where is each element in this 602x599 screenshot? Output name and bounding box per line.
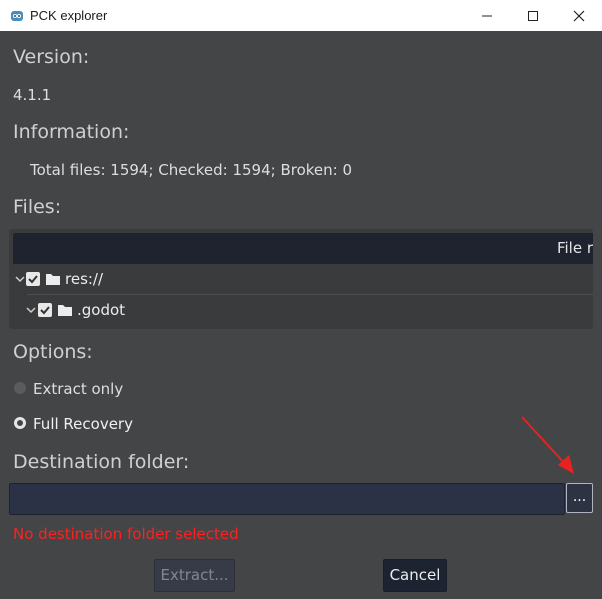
chevron-down-icon[interactable] [15, 274, 25, 284]
options-heading: Options: [13, 341, 93, 363]
folder-icon [46, 274, 60, 285]
destination-heading: Destination folder: [13, 451, 190, 473]
annotation-arrow-icon [521, 416, 574, 474]
window-title: PCK explorer [30, 8, 108, 23]
cancel-button[interactable]: Cancel [383, 559, 447, 592]
tree-checkbox-godot[interactable] [38, 303, 52, 317]
close-icon [573, 10, 585, 22]
folder-icon [58, 305, 72, 316]
extract-only-label[interactable]: Extract only [33, 380, 123, 398]
tree-item-label: res:// [65, 270, 104, 288]
godot-app-icon [9, 8, 25, 24]
information-text: Total files: 1594; Checked: 1594; Broken… [30, 161, 353, 179]
extract-only-radio[interactable] [14, 382, 26, 394]
minimize-button[interactable] [464, 0, 510, 31]
extract-button[interactable]: Extract... [154, 559, 235, 592]
close-button[interactable] [556, 0, 602, 31]
files-tree[interactable]: File r res:// .godot [9, 229, 593, 329]
version-value: 4.1.1 [13, 86, 52, 104]
files-heading: Files: [13, 196, 62, 218]
column-header-label: File r [556, 239, 593, 257]
information-heading: Information: [13, 121, 130, 143]
tree-row-res[interactable]: res:// [9, 264, 593, 294]
maximize-icon [528, 11, 538, 21]
tree-column-header[interactable]: File r [13, 233, 593, 264]
destination-error-text: No destination folder selected [13, 525, 239, 543]
checkmark-icon [40, 306, 50, 315]
destination-path-input[interactable] [9, 483, 565, 515]
checkmark-icon [28, 275, 38, 284]
full-recovery-label[interactable]: Full Recovery [33, 415, 133, 433]
full-recovery-radio[interactable] [14, 417, 26, 429]
version-heading: Version: [13, 46, 90, 68]
maximize-button[interactable] [510, 0, 556, 31]
minimize-icon [482, 15, 492, 17]
tree-checkbox-res[interactable] [26, 272, 40, 286]
chevron-down-icon[interactable] [26, 305, 36, 315]
tree-item-label: .godot [77, 301, 126, 319]
tree-row-godot[interactable]: .godot [9, 295, 593, 325]
browse-button[interactable]: ... [566, 483, 593, 513]
title-bar: PCK explorer [0, 0, 602, 31]
